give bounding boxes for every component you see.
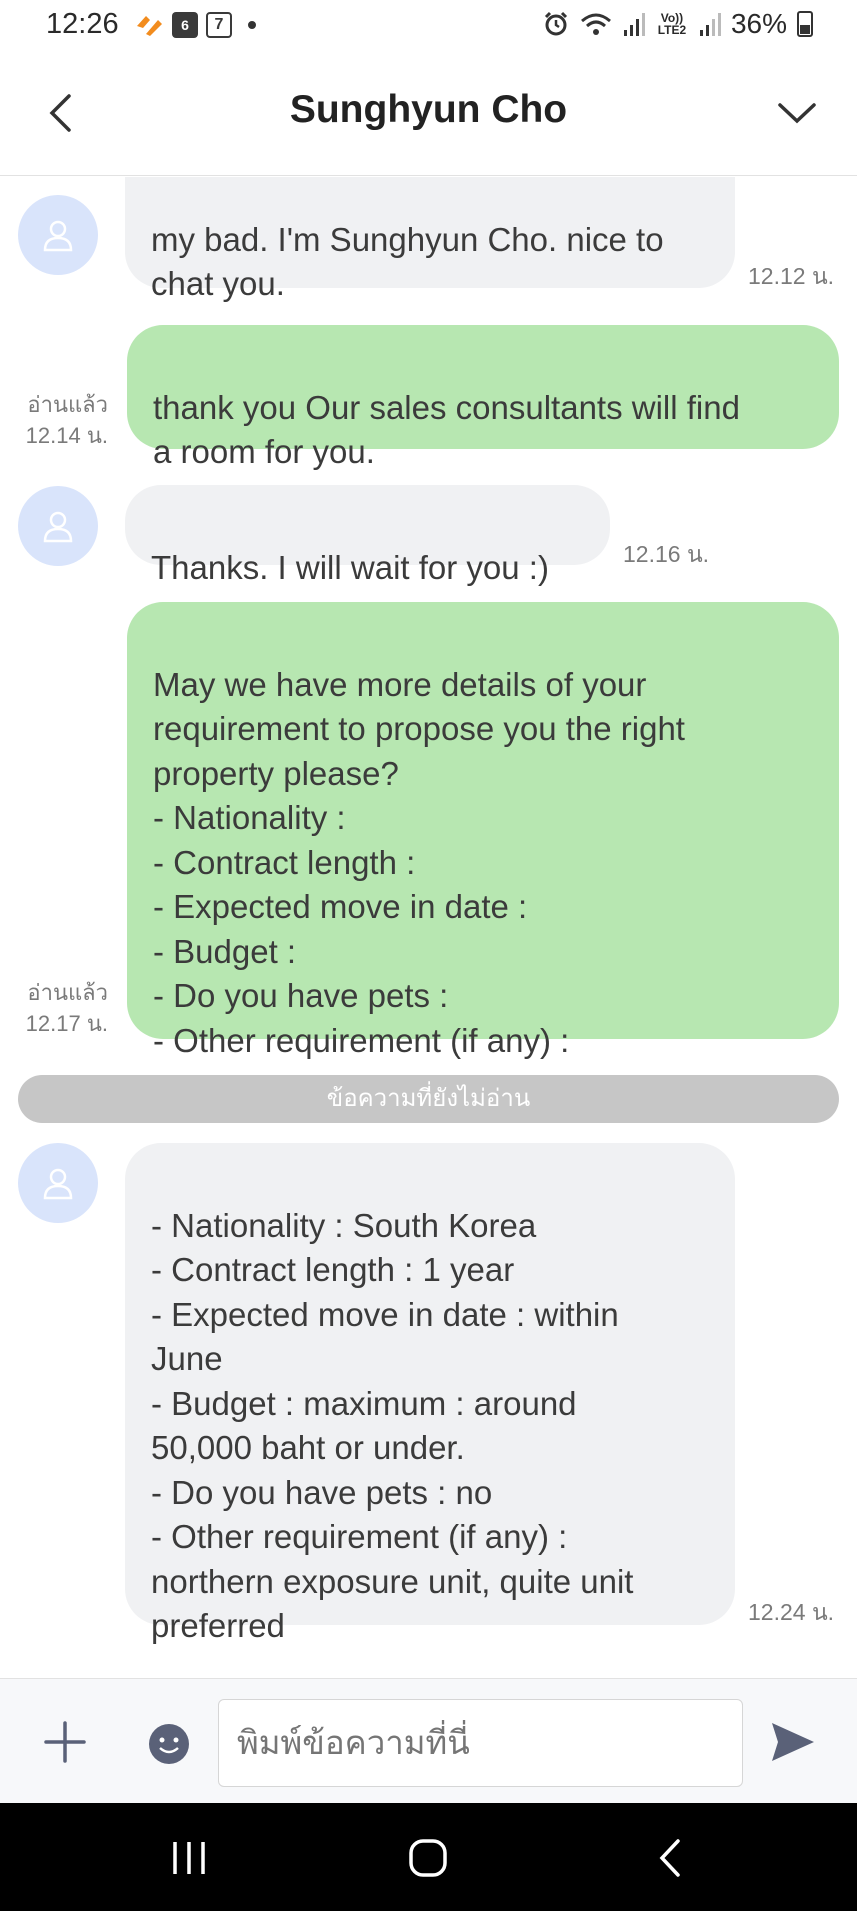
message-timestamp: 12.17 น. <box>25 1011 108 1036</box>
status-time: 12:26 <box>46 8 119 40</box>
user-icon <box>43 1168 73 1200</box>
recent-apps-button[interactable] <box>164 1833 214 1883</box>
message-timestamp: 12.12 น. <box>748 263 835 289</box>
avatar[interactable] <box>18 486 98 566</box>
user-icon <box>43 220 73 252</box>
signal-2-icon <box>699 13 721 36</box>
emoji-icon[interactable] <box>148 1723 190 1765</box>
message-text: - Nationality : South Korea - Contract l… <box>151 1206 634 1645</box>
home-icon <box>409 1839 447 1877</box>
system-icons: Vo)) LTE2 36% <box>543 8 813 40</box>
message-input[interactable] <box>218 1699 743 1787</box>
notification-icons: 6 7 <box>134 12 256 38</box>
user-icon <box>43 511 73 543</box>
message-bubble-outgoing[interactable]: May we have more details of your require… <box>127 602 839 1059</box>
message-text: thank you Our sales consultants will fin… <box>153 388 740 471</box>
chevron-down-icon <box>778 103 816 124</box>
send-icon[interactable] <box>769 1719 817 1765</box>
message-timestamp: 12.16 น. <box>623 541 710 567</box>
signal-1-icon <box>623 13 645 36</box>
nav-back-button[interactable] <box>645 1833 695 1883</box>
message-bubble-incoming[interactable]: Thanks. I will wait for you :) <box>125 485 610 586</box>
home-button[interactable] <box>403 1833 453 1883</box>
message-text: Thanks. I will wait for you :) <box>151 548 549 586</box>
message-bubble-incoming[interactable]: my bad. I'm Sunghyun Cho. nice to chat y… <box>125 177 735 302</box>
recent-apps-icon <box>173 1842 205 1874</box>
system-navigation-bar <box>0 1803 857 1911</box>
chat-header: Sunghyun Cho <box>0 52 857 176</box>
app-notification-icon <box>137 16 162 36</box>
message-text: my bad. I'm Sunghyun Cho. nice to chat y… <box>151 220 664 303</box>
status-bar: 12:26 6 7 Vo)) LTE2 36% <box>0 0 857 52</box>
battery-icon <box>797 11 813 37</box>
header-menu-button[interactable] <box>773 88 821 138</box>
avatar[interactable] <box>18 1143 98 1223</box>
read-label: อ่านแล้ว <box>27 392 108 417</box>
message-list[interactable]: my bad. I'm Sunghyun Cho. nice to chat y… <box>0 177 857 1677</box>
message-timestamp: 12.14 น. <box>25 423 108 448</box>
more-notifications-dot <box>248 21 256 29</box>
avatar[interactable] <box>18 195 98 275</box>
chat-title: Sunghyun Cho <box>289 88 568 131</box>
message-timestamp: 12.24 น. <box>748 1599 835 1625</box>
unread-divider: ข้อความที่ยังไม่อ่าน <box>18 1075 839 1123</box>
message-bubble-incoming[interactable]: - Nationality : South Korea - Contract l… <box>125 1143 735 1644</box>
message-text: May we have more details of your require… <box>153 665 685 1059</box>
battery-percent: 36% <box>730 8 787 39</box>
wifi-icon <box>580 13 611 35</box>
alarm-icon <box>544 11 568 36</box>
message-bubble-outgoing[interactable]: thank you Our sales consultants will fin… <box>127 325 839 470</box>
read-receipt: อ่านแล้ว 12.17 น. <box>12 977 108 1039</box>
nav-back-icon <box>659 1839 680 1877</box>
calendar-icon: 6 <box>172 12 198 38</box>
plus-icon[interactable] <box>42 1719 88 1765</box>
message-composer <box>0 1678 857 1803</box>
read-label: อ่านแล้ว <box>27 980 108 1005</box>
7-eleven-icon: 7 <box>206 12 232 38</box>
volte-indicator: Vo)) LTE2 <box>657 11 687 37</box>
read-receipt: อ่านแล้ว 12.14 น. <box>12 389 108 451</box>
